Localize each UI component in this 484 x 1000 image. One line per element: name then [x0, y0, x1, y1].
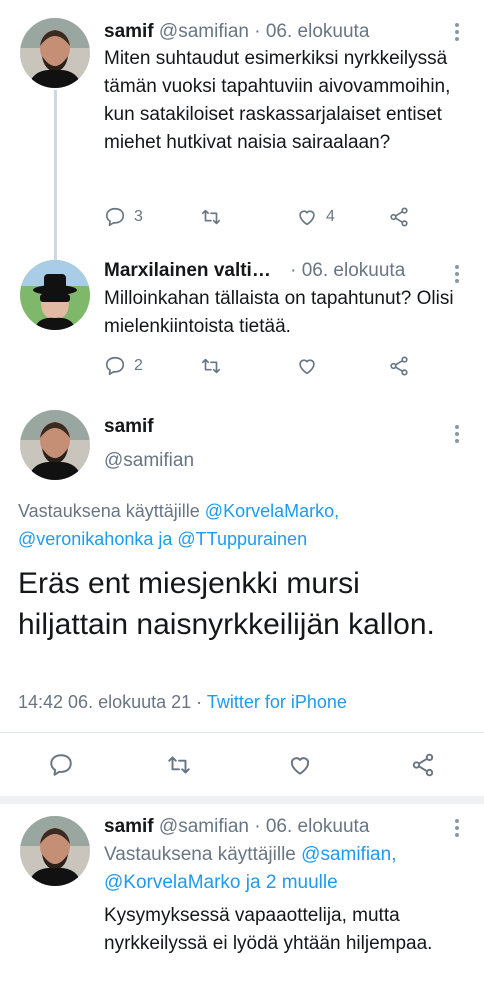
like-button[interactable]	[287, 752, 313, 783]
separator: ·	[196, 692, 203, 712]
avatar[interactable]	[20, 410, 90, 480]
reply-context: Vastauksena käyttäjille @KorvelaMarko, @…	[18, 497, 466, 553]
tweet-text: Kysymyksessä vapaaottelija, mutta nyrkke…	[104, 905, 433, 954]
like-icon	[290, 757, 310, 775]
share-icon	[412, 753, 434, 777]
mention-and[interactable]: ja	[158, 529, 172, 549]
user-handle[interactable]: @samifian	[159, 816, 249, 837]
focused-tweet: samif @samifian Vastauksena käyttäjille …	[0, 0, 484, 800]
tweet-meta: 14:42 06. elokuuta 21 · Twitter for iPho…	[18, 692, 347, 713]
display-name[interactable]: samif	[104, 816, 154, 837]
reply-prefix: Vastauksena käyttäjille	[18, 501, 200, 521]
retweet-icon	[168, 756, 190, 774]
source-link[interactable]: Twitter for iPhone	[207, 692, 347, 712]
reply-icon	[50, 754, 72, 776]
focused-action-bar	[0, 752, 484, 780]
retweet-button[interactable]	[166, 752, 192, 783]
mention-link[interactable]: @TTuppurainen	[177, 529, 307, 549]
section-separator	[0, 796, 484, 804]
share-button[interactable]	[410, 752, 436, 783]
user-handle[interactable]: @samifian	[104, 450, 194, 472]
tweet-text: Eräs ent miesjenkki mursi hiljattain nai…	[18, 567, 435, 641]
tweet-date[interactable]: 06. elokuuta	[266, 816, 370, 837]
display-name[interactable]: samif	[104, 416, 154, 438]
reply-button[interactable]	[48, 752, 74, 783]
mention-link[interactable]: @KorvelaMarko	[104, 872, 241, 893]
mention-link[interactable]: @samifian,	[301, 844, 396, 865]
reply-context: Vastauksena käyttäjille @samifian, @Korv…	[104, 841, 464, 897]
mention-link[interactable]: @veronikahonka	[18, 529, 153, 549]
more-icon[interactable]	[452, 422, 462, 446]
mention-link[interactable]: @KorvelaMarko,	[205, 501, 339, 521]
mention-others[interactable]: ja 2 muulle	[246, 872, 338, 893]
avatar[interactable]	[20, 816, 90, 886]
reply-prefix: Vastauksena käyttäjille	[104, 844, 296, 865]
tweet-reply[interactable]: samif @samifian · 06. elokuuta Vastaukse…	[0, 804, 484, 1000]
separator: ·	[254, 816, 261, 837]
tweet-timestamp: 14:42 06. elokuuta 21	[18, 692, 192, 712]
more-icon[interactable]	[452, 816, 462, 840]
divider	[0, 732, 484, 733]
